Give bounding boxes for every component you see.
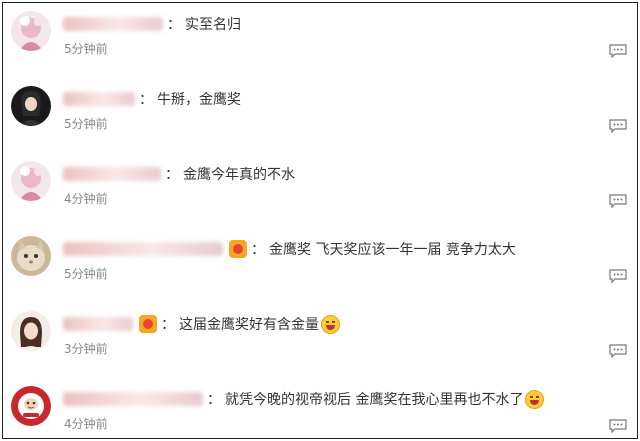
comment-text: 就凭今晚的视帝视后 金鹰奖在我心里再也不水了 [225,392,524,408]
separator: ： [165,167,179,183]
comment-text: 金鹰今年真的不水 [183,167,295,183]
username[interactable] [63,167,161,181]
separator: ： [207,392,221,408]
comment-list: ： 实至名归 5分钟前 ： 牛掰，金鹰奖 5分钟前 ： 金鹰今年真的不水 4分钟… [2,2,638,439]
avatar[interactable] [11,311,51,351]
comment-time: 5分钟前 [64,117,108,131]
comment-text: 实至名归 [185,17,241,33]
comment-reply-icon[interactable] [609,419,627,433]
avatar[interactable] [11,86,51,126]
avatar[interactable] [11,11,51,51]
avatar[interactable] [11,161,51,201]
laughing-emoji-icon [525,389,545,409]
comment-item: ： 金鹰奖 飞天奖应该一年一届 竞争力太大 5分钟前 [3,228,637,303]
comment-text: 牛掰，金鹰奖 [157,92,241,108]
separator: ： [161,317,175,333]
comment-text: 金鹰奖 飞天奖应该一年一届 竞争力太大 [269,242,516,258]
laughing-emoji-icon [321,314,340,334]
comment-item: ： 牛掰，金鹰奖 5分钟前 [3,78,637,153]
separator: ： [251,242,265,258]
member-badge-icon [229,240,247,258]
comment-text: 这届金鹰奖好有含金量 [179,317,319,333]
comment-item: ： 金鹰今年真的不水 4分钟前 [3,153,637,228]
comment-time: 4分钟前 [64,192,108,206]
comment-time: 4分钟前 [64,417,108,431]
username[interactable] [63,317,133,331]
username[interactable] [63,92,135,106]
comment-reply-icon[interactable] [609,119,627,133]
comment-item: ： 实至名归 5分钟前 [3,3,637,78]
username[interactable] [63,17,163,31]
comment-item: ： 这届金鹰奖好有含金量 3分钟前 [3,303,637,378]
comment-time: 5分钟前 [64,42,108,56]
avatar[interactable] [11,236,51,276]
comment-item: ： 就凭今晚的视帝视后 金鹰奖在我心里再也不水了 4分钟前 [3,378,637,438]
comment-time: 5分钟前 [64,267,108,281]
comment-reply-icon[interactable] [609,194,627,208]
separator: ： [167,17,181,33]
comment-reply-icon[interactable] [609,344,627,358]
username[interactable] [63,242,223,256]
comment-time: 3分钟前 [64,342,108,356]
separator: ： [139,92,153,108]
comment-reply-icon[interactable] [609,269,627,283]
avatar[interactable] [11,386,51,426]
comment-reply-icon[interactable] [609,44,627,58]
username[interactable] [63,392,203,406]
member-badge-icon [139,315,157,333]
